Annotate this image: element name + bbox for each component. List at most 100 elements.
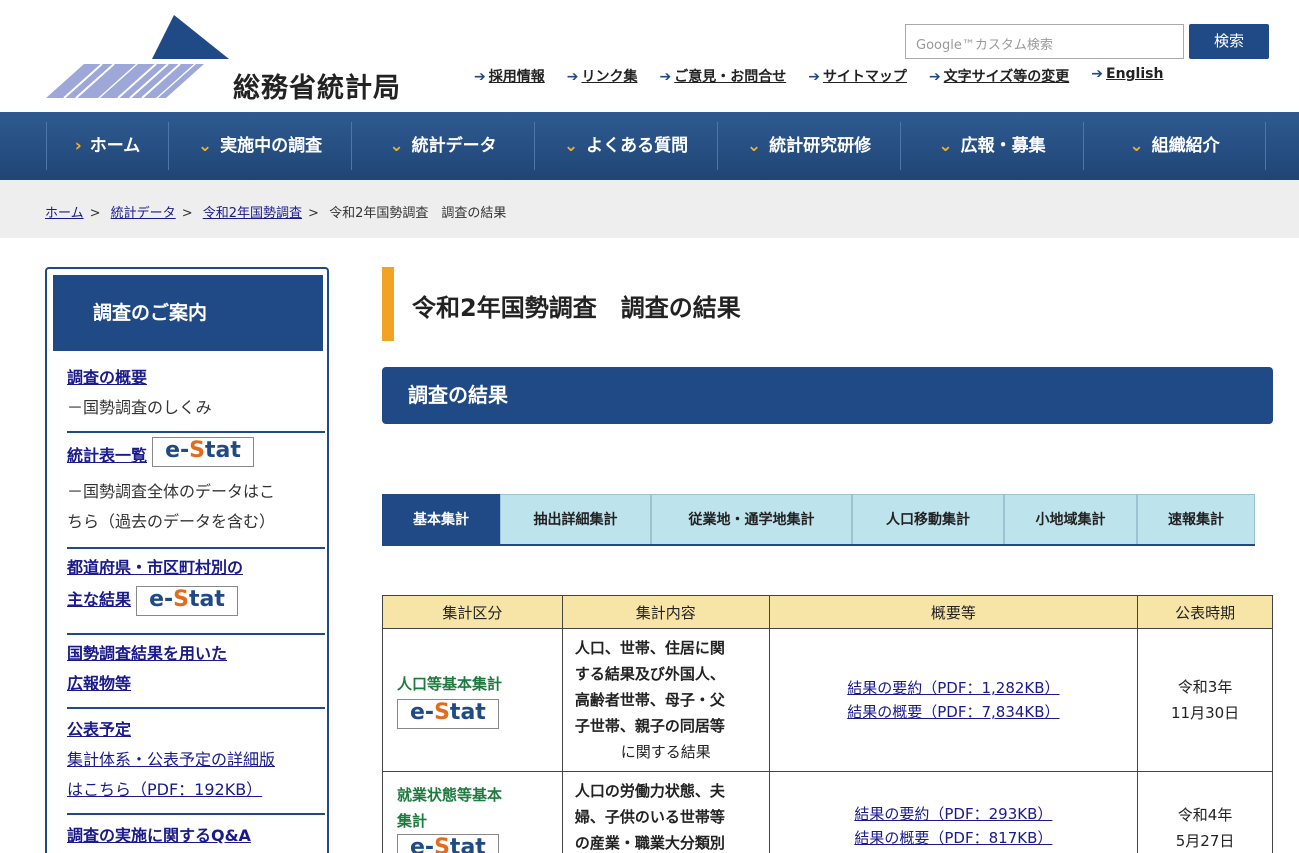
estat-text: S: [173, 586, 190, 612]
summary-pdf-link[interactable]: 結果の要約（PDF：293KB）: [770, 802, 1138, 826]
sidebar-item-overview: 調査の概要 －国勢調査のしくみ: [67, 363, 325, 433]
estat-badge[interactable]: e-Stat: [397, 699, 499, 729]
gnav-pr-recruitment[interactable]: ⌄ 広報・募集: [900, 122, 1083, 170]
search-input[interactable]: Google™カスタム検索: [905, 24, 1184, 59]
util-link-contact[interactable]: ➔ ご意見・お問合せ: [659, 66, 786, 86]
tab-basic[interactable]: 基本集計: [382, 494, 500, 544]
breadcrumb-current: 令和2年国勢調査 調査の結果: [329, 206, 507, 221]
site-title[interactable]: 総務省統計局: [233, 66, 401, 105]
util-link-label: English: [1106, 66, 1164, 82]
gnav-label: 実施中の調査: [220, 136, 323, 156]
arrow-right-icon: ➔: [566, 69, 579, 85]
content-line: 人口の労働力状態、夫: [574, 782, 725, 800]
util-link-font-size[interactable]: ➔ 文字サイズ等の変更: [929, 66, 1069, 86]
util-link-links[interactable]: ➔ リンク集: [567, 66, 638, 86]
util-link-english[interactable]: ➔ English: [1091, 66, 1163, 86]
estat-text: S: [434, 835, 450, 853]
sidebar-link-overview[interactable]: 調査の概要: [67, 363, 325, 393]
sidebar-link-main-results[interactable]: 主な結果: [67, 590, 131, 609]
tab-workplace-school[interactable]: 従業地・通学地集計: [651, 494, 852, 544]
chevron-down-icon: ⌄: [746, 136, 762, 156]
content-line: 人口、世帯、住居に関: [574, 639, 725, 657]
breadcrumb-home[interactable]: ホーム: [45, 206, 84, 221]
category-label: 人口等基本集計: [397, 675, 503, 693]
sidebar-item-pr-materials: 国勢調査結果を用いた 広報物等: [67, 639, 325, 709]
estat-badge[interactable]: e-Stat: [136, 585, 238, 616]
sidebar-item-prefecture-results: 都道府県・市区町村別の 主な結果 e-Stat: [67, 553, 325, 635]
util-link-recruit[interactable]: ➔ 採用情報: [474, 66, 545, 86]
search-button[interactable]: 検索: [1189, 24, 1269, 59]
chevron-right-icon: ›: [74, 136, 82, 156]
estat-text: tat: [205, 437, 241, 463]
summary-pdf-link[interactable]: 結果の要約（PDF：1,282KB）: [770, 676, 1138, 700]
gnav-label: 統計研究研修: [769, 136, 872, 156]
gnav-current-surveys[interactable]: ⌄ 実施中の調査: [168, 122, 351, 170]
gnav-research-training[interactable]: ⌄ 統計研究研修: [717, 122, 900, 170]
gnav-label: よくある質問: [586, 136, 689, 156]
table-cell-content: 人口、世帯、住居に関 する結果及び外国人、 高齢者世帯、母子・父 子世帯、親子の…: [561, 628, 770, 772]
sidebar-item-schedule: 公表予定 集計体系・公表予定の詳細版 はこちら（PDF：192KB）: [67, 715, 325, 815]
chevron-down-icon: ⌄: [563, 136, 579, 156]
arrow-right-icon: ➔: [659, 69, 672, 85]
gnav-organization[interactable]: ⌄ 組織紹介: [1083, 122, 1266, 170]
sidebar-item-desc: －国勢調査全体のデータはこ: [67, 482, 276, 501]
sidebar-link-pr-materials[interactable]: 国勢調査結果を用いた: [67, 639, 325, 669]
sidebar-item-desc: －国勢調査のしくみ: [67, 398, 212, 417]
global-nav: › ホーム ⌄ 実施中の調査 ⌄ 統計データ ⌄ よくある質問 ⌄ 統計研究研修 ⌄ 広報・…: [0, 112, 1299, 180]
table-header: 概要等: [768, 595, 1139, 629]
table-cell-summary: 結果の要約（PDF：293KB） 結果の概要（PDF：817KB）: [768, 771, 1139, 853]
table-cell-date: 令和3年 11月30日: [1137, 628, 1273, 772]
breadcrumb-census-2020[interactable]: 令和2年国勢調査: [203, 206, 302, 221]
content-line: 婦、子供のいる世帯等: [574, 808, 725, 826]
chevron-down-icon: ⌄: [938, 136, 953, 156]
gnav-label: ホーム: [89, 136, 141, 156]
arrow-right-icon: ➔: [1091, 66, 1103, 82]
stat-bureau-logo[interactable]: [44, 12, 234, 102]
sidebar-link-schedule-pdf[interactable]: はこちら（PDF：192KB）: [67, 775, 325, 805]
table-cell-summary: 結果の要約（PDF：1,282KB） 結果の概要（PDF：7,834KB）: [768, 628, 1139, 772]
estat-badge[interactable]: e-Stat: [397, 834, 499, 853]
sidebar-link-qa[interactable]: 調査の実施に関するQ&A: [67, 821, 325, 851]
gnav-label: 統計データ: [411, 136, 497, 156]
breadcrumb-separator: >: [308, 206, 319, 221]
sidebar-link-table-list[interactable]: 統計表一覧: [67, 446, 147, 465]
estat-badge[interactable]: e-Stat: [152, 436, 254, 467]
util-link-sitemap[interactable]: ➔ サイトマップ: [808, 66, 907, 86]
sidebar-link-pr-materials[interactable]: 広報物等: [67, 669, 325, 699]
date-line: 11月30日: [1170, 704, 1240, 722]
sidebar-link-schedule-pdf[interactable]: 集計体系・公表予定の詳細版: [67, 745, 325, 775]
table-row: 就業状態等基本 集計 e-Stat 人口の労働力状態、夫 婦、子供のいる世帯等 …: [382, 771, 1273, 853]
breadcrumb-separator: >: [181, 206, 193, 221]
estat-text: S: [189, 437, 206, 463]
sidebar-item-qa: 調査の実施に関するQ&A: [67, 821, 325, 853]
tab-small-area[interactable]: 小地域集計: [1004, 494, 1137, 544]
content-line: の産業・職業大分類別: [574, 834, 725, 852]
estat-text: tat: [449, 700, 486, 725]
table-header-row: 集計区分 集計内容 概要等 公表時期: [382, 595, 1273, 629]
sidebar-link-prefecture-results[interactable]: 都道府県・市区町村別の: [67, 553, 325, 583]
gnav-label: 組織紹介: [1151, 136, 1220, 156]
estat-text: tat: [189, 586, 225, 612]
gnav-home[interactable]: › ホーム: [46, 122, 168, 170]
table-cell-date: 令和4年 5月27日: [1137, 771, 1273, 853]
estat-text: e-: [165, 437, 190, 463]
tab-migration[interactable]: 人口移動集計: [852, 494, 1004, 544]
chevron-down-icon: ⌄: [1129, 136, 1144, 156]
gnav-statistics-data[interactable]: ⌄ 統計データ: [351, 122, 534, 170]
sidebar: 調査のご案内 調査の概要 －国勢調査のしくみ 統計表一覧 e-Stat －国勢調…: [45, 267, 329, 853]
site-header: 総務省統計局 Google™カスタム検索 検索 ➔ 採用情報 ➔ リンク集 ➔ ご意見…: [0, 0, 1299, 112]
overview-pdf-link[interactable]: 結果の概要（PDF：7,834KB）: [770, 700, 1138, 724]
results-table: 集計区分 集計内容 概要等 公表時期 人口等基本集計 e-Stat 人口、世帯、…: [382, 595, 1273, 853]
sidebar-heading: 調査のご案内: [53, 275, 323, 351]
tab-sample-detailed[interactable]: 抽出詳細集計: [500, 494, 651, 544]
estat-text: tat: [449, 835, 486, 853]
overview-pdf-link[interactable]: 結果の概要（PDF：817KB）: [770, 826, 1138, 850]
sidebar-link-schedule[interactable]: 公表予定: [67, 715, 325, 745]
table-row: 人口等基本集計 e-Stat 人口、世帯、住居に関 する結果及び外国人、 高齢者…: [382, 628, 1273, 772]
sidebar-item-desc: ちら（過去のデータを含む）: [67, 512, 276, 531]
date-line: 令和3年: [1177, 678, 1233, 696]
breadcrumb-statistics-data[interactable]: 統計データ: [111, 206, 176, 221]
estat-text: S: [434, 700, 450, 725]
tab-preliminary[interactable]: 速報集計: [1137, 494, 1255, 544]
gnav-faq[interactable]: ⌄ よくある質問: [534, 122, 717, 170]
